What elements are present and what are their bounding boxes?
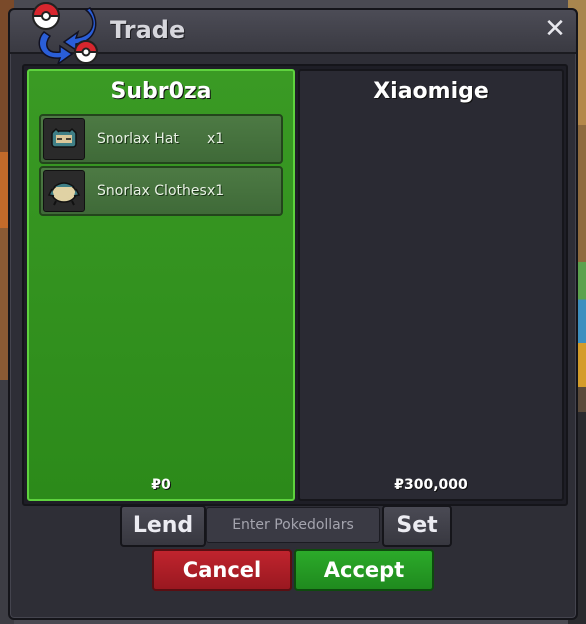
- item-name: Snorlax Clothes: [97, 183, 207, 199]
- cancel-button[interactable]: Cancel: [152, 549, 292, 591]
- pokedollars-input[interactable]: [206, 507, 380, 543]
- trade-item[interactable]: Snorlax Hat x1: [39, 114, 283, 164]
- partner-player-name: Xiaomige: [373, 79, 489, 104]
- trade-logo-icon: [31, 2, 99, 66]
- window-title: Trade: [110, 16, 186, 44]
- item-name: Snorlax Hat: [97, 131, 179, 147]
- set-button[interactable]: Set: [382, 505, 452, 547]
- my-player-name: Subr0za: [110, 79, 212, 104]
- item-quantity: x1: [207, 131, 225, 147]
- my-offer-panel: Subr0za Snorlax Hat x1 Snorlax Clothes x…: [27, 69, 295, 501]
- snorlax-hat-icon: [43, 118, 85, 160]
- trade-item[interactable]: Snorlax Clothes x1: [39, 166, 283, 216]
- trade-window: Trade ✕ Subr0za Snorlax Hat x1 Snorlax C…: [8, 2, 578, 620]
- my-money-offer: ₽0: [151, 477, 171, 493]
- partner-money-offer: ₽300,000: [394, 477, 468, 493]
- partner-offer-panel: Xiaomige ₽300,000: [298, 69, 564, 501]
- close-icon[interactable]: ✕: [540, 14, 570, 44]
- trade-panels: Subr0za Snorlax Hat x1 Snorlax Clothes x…: [22, 64, 568, 506]
- snorlax-clothes-icon: [43, 170, 85, 212]
- item-quantity: x1: [207, 183, 225, 199]
- lend-button[interactable]: Lend: [120, 505, 206, 547]
- accept-button[interactable]: Accept: [294, 549, 434, 591]
